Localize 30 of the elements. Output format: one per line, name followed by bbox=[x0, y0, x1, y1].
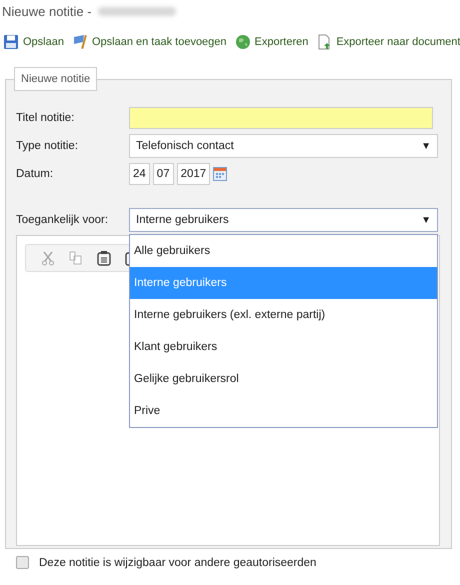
copy-icon[interactable] bbox=[68, 250, 84, 266]
document-button[interactable]: Exporteer naar document bbox=[316, 31, 460, 53]
document-upload-icon bbox=[316, 34, 332, 50]
paste-icon[interactable] bbox=[96, 250, 112, 266]
field-label: Toegankelijk voor: bbox=[16, 214, 110, 226]
flag-icon bbox=[72, 34, 88, 50]
dropdown-option[interactable]: Gelijke gebruikersrol bbox=[130, 363, 437, 395]
field-label: Type notitie: bbox=[16, 140, 80, 152]
title-input[interactable] bbox=[129, 107, 433, 129]
checkbox-label: Deze notitie is wijzigbaar voor andere geautoriseerden bbox=[39, 556, 316, 568]
month-input[interactable]: 07 bbox=[152, 163, 174, 185]
panel-legend: Nieuwe notitie bbox=[14, 67, 98, 91]
checkbox[interactable] bbox=[16, 556, 29, 569]
dropdown-option[interactable]: Prive bbox=[130, 395, 437, 427]
calendar-icon[interactable] bbox=[213, 167, 228, 181]
day-input[interactable]: 24 bbox=[129, 163, 150, 185]
dropdown-option[interactable]: Interne gebruikers (exl. externe partij) bbox=[130, 299, 437, 331]
dropdown-option[interactable]: Klant gebruikers bbox=[130, 331, 437, 363]
globe-icon bbox=[234, 34, 251, 50]
access-select[interactable]: Interne gebruikers ▼ bbox=[129, 208, 438, 232]
year-input[interactable]: 2017 bbox=[176, 163, 210, 185]
cut-icon[interactable] bbox=[40, 250, 56, 266]
task-button[interactable]: Opslaan en taak toevoegen bbox=[72, 31, 227, 53]
export-button[interactable]: Exporteren bbox=[234, 31, 308, 53]
dropdown-option[interactable]: Alle gebruikers bbox=[130, 235, 437, 267]
field-label: Titel notitie: bbox=[16, 112, 76, 124]
save-button[interactable]: Opslaan bbox=[3, 31, 64, 53]
field-label: Datum: bbox=[16, 168, 54, 180]
type-select[interactable]: Telefonisch contact ▼ bbox=[129, 134, 438, 158]
window-title: Nieuwe notitie - bbox=[2, 4, 92, 18]
